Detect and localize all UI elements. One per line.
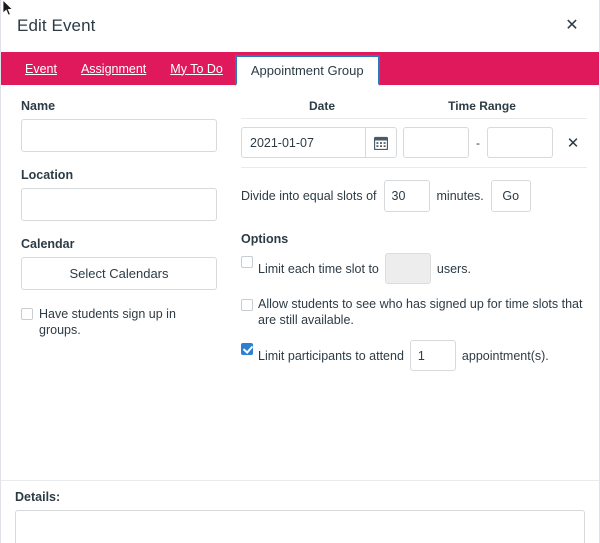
limit-participants-prefix-label: Limit participants to attend — [258, 348, 404, 363]
time-range-column-header: Time Range — [448, 99, 516, 113]
divide-slots-row: Divide into equal slots of minutes. Go — [241, 168, 587, 212]
options-heading: Options — [241, 232, 289, 246]
date-column-header: Date — [308, 99, 335, 113]
details-label: Details: — [15, 490, 61, 504]
tab-bar: Event Assignment My To Do Appointment Gr… — [1, 52, 599, 86]
location-input[interactable] — [21, 188, 217, 221]
right-column: Date Time Range 2021-01-07 - ✕ Divide in… — [235, 99, 599, 383]
limit-time-slot-prefix-label: Limit each time slot to — [258, 261, 379, 276]
details-section: Details: — [1, 485, 599, 543]
remove-time-slot-icon[interactable]: ✕ — [559, 129, 587, 157]
date-input[interactable] — [241, 127, 365, 158]
name-input[interactable] — [21, 119, 217, 152]
limit-time-slot-checkbox[interactable] — [241, 256, 253, 268]
allow-see-signups-label: Allow students to see who has signed up … — [258, 297, 583, 327]
schedule-table-header: Date Time Range — [241, 99, 587, 118]
calendar-icon[interactable] — [365, 127, 397, 158]
divide-slots-prefix-label: Divide into equal slots of — [241, 189, 377, 203]
time-range-separator: - — [476, 135, 480, 150]
divide-slots-suffix-label: minutes. — [436, 189, 484, 203]
form-columns: Name Location Calendar Select Calendars … — [1, 85, 599, 383]
location-field-block: Location — [21, 168, 217, 221]
slot-minutes-input[interactable] — [383, 180, 430, 212]
limit-time-slot-row: Limit each time slot to users. — [241, 253, 587, 284]
limit-time-slot-suffix-label: users. — [436, 261, 471, 276]
details-divider — [1, 480, 599, 481]
tab-assignment[interactable]: Assignment — [69, 52, 158, 85]
calendar-label: Calendar — [21, 237, 75, 251]
limit-participants-content: Limit participants to attend appointment… — [255, 340, 549, 371]
tab-my-to-do[interactable]: My To Do — [158, 52, 235, 85]
tab-appointment-group[interactable]: Appointment Group — [234, 55, 380, 86]
schedule-row: - ✕ — [241, 119, 587, 167]
tab-event[interactable]: Event — [13, 52, 69, 85]
dialog-header: Edit Event ✕ — [1, 0, 599, 52]
dialog-body: Name Location Calendar Select Calendars … — [1, 85, 599, 543]
limit-participants-suffix-label: appointment(s). — [461, 348, 549, 363]
go-button[interactable]: Go — [490, 180, 531, 212]
limit-participants-checkbox[interactable] — [241, 343, 253, 355]
limit-time-slot-input[interactable] — [384, 253, 431, 284]
start-time-input[interactable] — [403, 127, 469, 158]
limit-participants-input[interactable] — [409, 340, 456, 371]
details-textarea[interactable] — [15, 510, 585, 543]
location-label: Location — [21, 168, 74, 182]
date-input-group — [241, 127, 403, 158]
sign-up-in-groups-row: Have students sign up in groups. — [21, 306, 217, 338]
select-calendars-button[interactable]: Select Calendars — [21, 257, 217, 290]
close-icon[interactable]: ✕ — [559, 13, 585, 39]
name-label: Name — [21, 99, 56, 113]
sign-up-in-groups-checkbox[interactable] — [21, 308, 33, 320]
name-field-block: Name — [21, 99, 217, 152]
left-column: Name Location Calendar Select Calendars … — [1, 99, 235, 383]
calendar-field-block: Calendar Select Calendars — [21, 237, 217, 290]
limit-time-slot-content: Limit each time slot to users. — [255, 253, 471, 284]
page-title: Edit Event — [17, 16, 96, 35]
limit-participants-row: Limit participants to attend appointment… — [241, 340, 587, 371]
edit-event-dialog: Edit Event ✕ Event Assignment My To Do A… — [0, 0, 600, 543]
allow-see-signups-checkbox[interactable] — [241, 299, 253, 311]
end-time-input[interactable] — [487, 127, 553, 158]
sign-up-in-groups-label: Have students sign up in groups. — [39, 307, 176, 337]
allow-see-signups-row: Allow students to see who has signed up … — [241, 296, 587, 328]
